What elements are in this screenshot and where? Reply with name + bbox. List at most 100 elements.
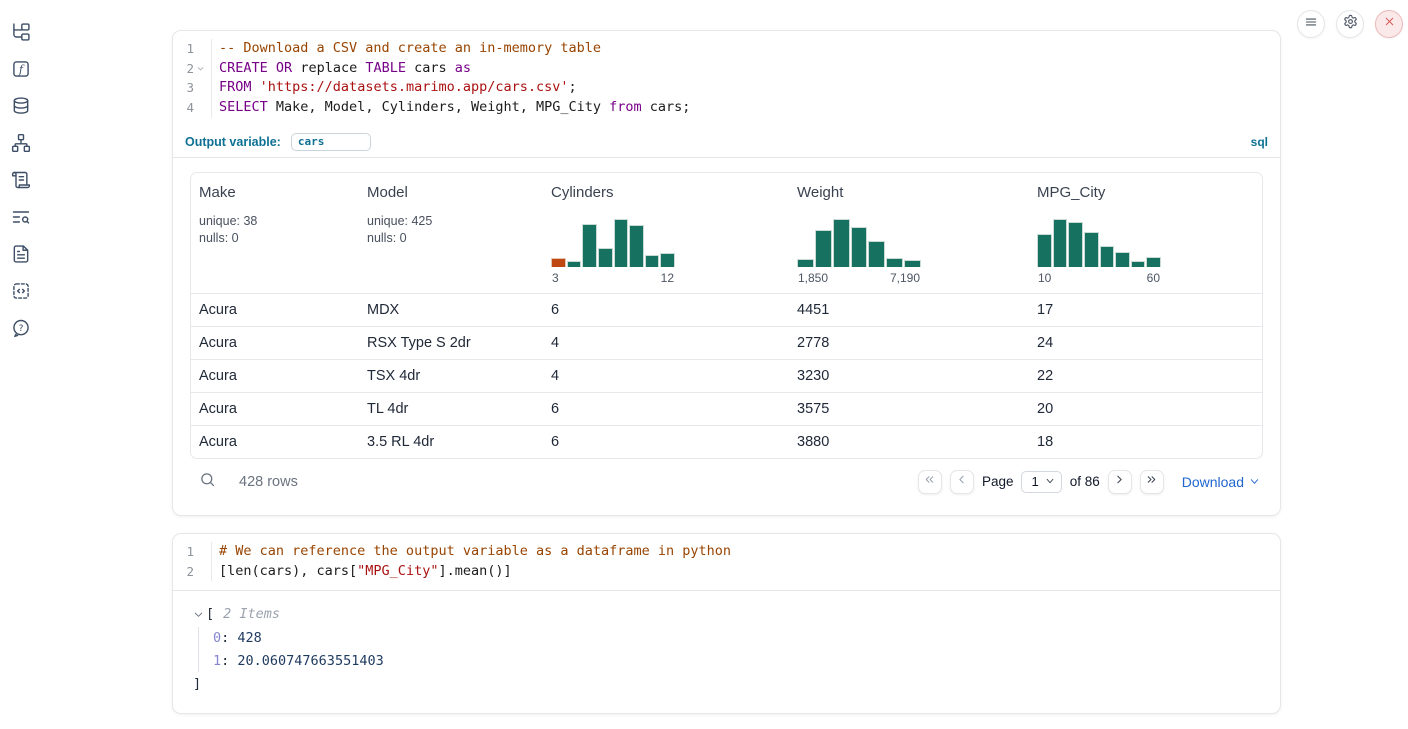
histogram-bar	[567, 261, 582, 267]
last-page-button[interactable]	[1140, 470, 1164, 494]
logs-icon[interactable]	[11, 170, 31, 190]
datasources-icon[interactable]	[11, 96, 31, 116]
shutdown-button[interactable]	[1375, 10, 1403, 38]
hist-max-label: 12	[661, 271, 674, 285]
column-stat: unique: 38	[199, 213, 351, 230]
hist-min-label: 3	[552, 271, 559, 285]
documentation-icon[interactable]	[11, 244, 31, 264]
settings-button[interactable]	[1336, 10, 1364, 38]
table-row: Acura TSX 4dr 4 3230 22	[191, 359, 1262, 392]
hist-max-label: 7,190	[890, 271, 920, 285]
row-count: 428 rows	[239, 474, 298, 490]
left-panel-toolbar: f ?	[0, 0, 42, 338]
histogram-bar	[851, 227, 868, 267]
histogram-bar	[1131, 261, 1146, 267]
python-output-tree: [ 2 Items 0: 428 1: 20.060747663551403 ]	[173, 591, 1280, 694]
table-footer: 428 rows Page 1 of 86	[190, 463, 1263, 501]
sql-code-editor[interactable]: 1 -- Download a CSV and create an in-mem…	[173, 31, 1280, 127]
histogram-bar	[815, 230, 832, 267]
histogram-bar	[868, 241, 885, 267]
snippets-icon[interactable]	[11, 281, 31, 301]
column-header-mpg-city[interactable]: MPG_City 10 60	[1029, 173, 1262, 293]
sql-cell: 1 -- Download a CSV and create an in-mem…	[172, 30, 1281, 516]
fold-chevron-icon[interactable]	[194, 64, 207, 73]
help-chat-icon[interactable]: ?	[11, 318, 31, 338]
histogram-bar	[1100, 246, 1115, 267]
hist-max-label: 60	[1147, 271, 1160, 285]
histogram-bar	[1115, 252, 1130, 267]
code-line: 2 CREATE OR replace TABLE cars as	[173, 59, 1280, 79]
histogram-bar	[1037, 234, 1052, 267]
histogram-bar	[1068, 222, 1083, 267]
chevrons-right-icon	[1145, 473, 1158, 491]
svg-text:?: ?	[19, 323, 24, 334]
collapse-chevron-icon[interactable]	[193, 609, 204, 620]
chevron-down-icon	[1045, 474, 1055, 489]
code-line: 4 SELECT Make, Model, Cylinders, Weight,…	[173, 98, 1280, 118]
column-header-model[interactable]: Model unique: 425 nulls: 0	[359, 173, 543, 293]
histogram-bar	[582, 224, 597, 267]
close-icon	[1383, 15, 1396, 33]
page-label: Page	[982, 474, 1014, 489]
chevron-down-icon	[1249, 474, 1260, 490]
code-line: 1 # We can reference the output variable…	[173, 542, 1280, 562]
language-badge: sql	[1251, 135, 1268, 149]
line-number: 3	[186, 78, 194, 98]
histogram-bar	[551, 258, 566, 267]
line-number: 1	[186, 542, 194, 562]
file-explorer-icon[interactable]	[11, 22, 31, 42]
hamburger-icon	[1304, 15, 1318, 34]
histogram-bar	[614, 219, 629, 267]
first-page-button[interactable]	[918, 470, 942, 494]
search-icon[interactable]	[199, 471, 216, 492]
column-stat: nulls: 0	[367, 230, 535, 247]
line-number: 2	[186, 59, 194, 79]
line-number: 4	[186, 98, 194, 118]
python-code-editor[interactable]: 1 # We can reference the output variable…	[173, 534, 1280, 590]
sql-output-area: Make unique: 38 nulls: 0 Model unique: 4…	[173, 158, 1280, 501]
histogram-bar	[904, 260, 921, 267]
line-number: 2	[186, 562, 194, 582]
tree-body: 0: 428 1: 20.060747663551403	[198, 627, 1260, 672]
chevron-left-icon	[955, 473, 968, 491]
page-select[interactable]: 1	[1021, 471, 1061, 493]
python-cell: 1 # We can reference the output variable…	[172, 533, 1281, 714]
weight-histogram: 1,850 7,190	[797, 214, 921, 285]
column-header-weight[interactable]: Weight 1,850 7,190	[789, 173, 1029, 293]
column-header-make[interactable]: Make unique: 38 nulls: 0	[191, 173, 359, 293]
variables-icon[interactable]: f	[11, 59, 31, 79]
output-variable-label: Output variable:	[185, 135, 281, 149]
histogram-bar	[1084, 232, 1099, 267]
table-row: Acura MDX 6 4451 17	[191, 293, 1262, 326]
chevron-right-icon	[1113, 473, 1126, 491]
list-item: 0: 428	[213, 627, 1260, 650]
notebook-actions	[1297, 10, 1403, 38]
items-count-label: 2 Items	[223, 604, 280, 624]
previous-page-button[interactable]	[950, 470, 974, 494]
data-table: Make unique: 38 nulls: 0 Model unique: 4…	[190, 172, 1263, 459]
column-header-cylinders[interactable]: Cylinders 3 12	[543, 173, 789, 293]
hist-min-label: 10	[1038, 271, 1051, 285]
next-page-button[interactable]	[1108, 470, 1132, 494]
menu-button[interactable]	[1297, 10, 1325, 38]
scratchpad-search-icon[interactable]	[11, 207, 31, 227]
table-header-row: Make unique: 38 nulls: 0 Model unique: 4…	[191, 173, 1262, 293]
output-variable-input[interactable]	[291, 133, 371, 151]
dependency-graph-icon[interactable]	[11, 133, 31, 153]
histogram-bar	[645, 255, 660, 267]
hist-min-label: 1,850	[798, 271, 828, 285]
list-item: 1: 20.060747663551403	[213, 650, 1260, 673]
histogram-bar	[1053, 219, 1068, 267]
table-row: Acura RSX Type S 2dr 4 2778 24	[191, 326, 1262, 359]
code-line: 1 -- Download a CSV and create an in-mem…	[173, 39, 1280, 59]
histogram-bar	[598, 248, 613, 267]
svg-text:f: f	[18, 63, 25, 76]
close-bracket: ]	[193, 674, 1260, 694]
download-button[interactable]: Download	[1182, 474, 1260, 490]
sql-cell-footer: Output variable: sql	[173, 127, 1280, 157]
mpg-city-histogram: 10 60	[1037, 214, 1161, 285]
histogram-bar	[797, 259, 814, 267]
histogram-bar	[833, 219, 850, 267]
line-number: 1	[186, 39, 194, 59]
open-bracket: [	[206, 604, 214, 624]
